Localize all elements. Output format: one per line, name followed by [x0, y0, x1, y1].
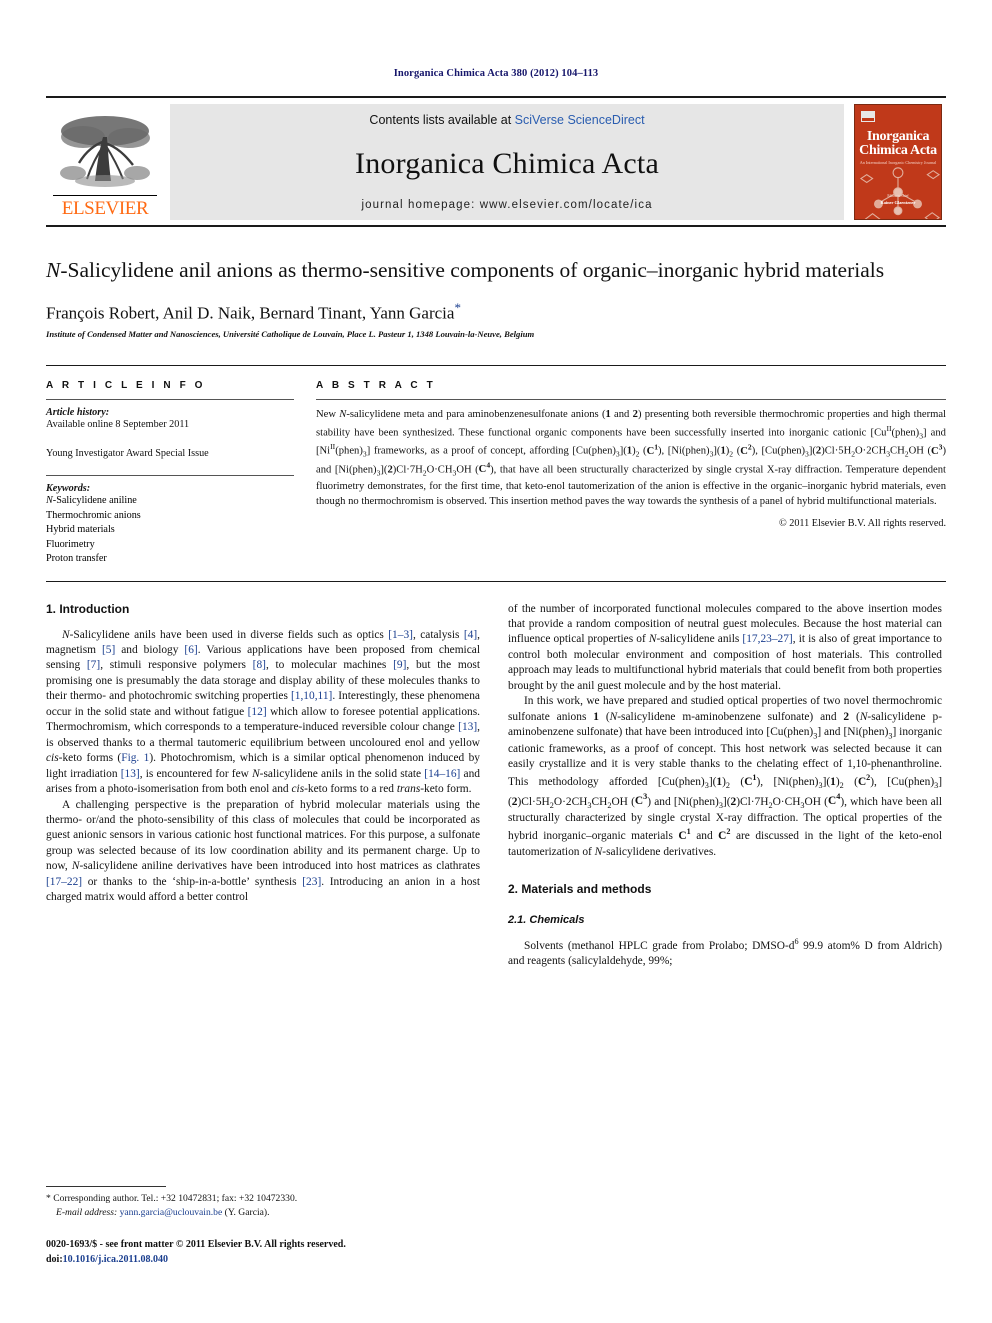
email-label: E-mail address: [56, 1206, 118, 1218]
footnote-rule [46, 1186, 166, 1187]
keyword-0-text: -Salicylidene aniline [52, 495, 137, 507]
elsevier-wordmark: ELSEVIER [61, 198, 149, 219]
footnote-star: * [46, 1193, 51, 1204]
issn-copyright-line: 0020-1693/$ - see front matter © 2011 El… [46, 1239, 346, 1250]
email-owner: (Y. Garcia). [224, 1206, 270, 1218]
article-history-value: Available online 8 September 2011 [46, 419, 190, 431]
journal-cover-thumbnail: Inorganica Chimica Acta An International… [850, 104, 946, 220]
article-info-heading: A R T I C L E I N F O [46, 380, 206, 392]
journal-masthead: ELSEVIER Contents lists available at Sci… [46, 96, 946, 220]
title-rest: -Salicylidene anil anions as thermo-sens… [60, 258, 885, 282]
paragraph-intro-2: A challenging perspective is the prepara… [46, 798, 481, 904]
journal-title: Inorganica Chimica Acta [355, 147, 659, 180]
footnote-block: * Corresponding author. Tel.: +32 104728… [46, 1186, 480, 1220]
page-title: N-Salicylidene anil anions as thermo-sen… [46, 257, 946, 285]
corresponding-author-text: Corresponding author. Tel.: +32 10472831… [53, 1193, 298, 1204]
body-columns: 1. Introduction N-Salicylidene anils hav… [46, 602, 946, 970]
article-info-column: A R T I C L E I N F O Article history: A… [46, 380, 316, 566]
keyword-item: N-Salicylidene aniline [46, 495, 137, 507]
email-link[interactable]: yann.garcia@uclouvain.be [120, 1207, 223, 1218]
info-abstract-band: A R T I C L E I N F O Article history: A… [46, 365, 946, 582]
masthead-bottom-rule [46, 225, 946, 227]
body-right-column: of the number of incorporated functional… [508, 602, 942, 970]
corresponding-author-marker: * [454, 299, 461, 315]
abstract-column: A B S T R A C T New N-salicylidene meta … [316, 380, 946, 566]
elsevier-logo-rule [53, 195, 157, 196]
author-list: François Robert, Anil D. Naik, Bernard T… [46, 300, 946, 324]
cover-title: Inorganica Chimica Acta [859, 130, 937, 158]
journal-article-page: Inorganica Chimica Acta 380 (2012) 104–1… [0, 0, 992, 1323]
article-history-label: Article history: [46, 407, 110, 419]
paragraph-intro-1: N-Salicylidene anils have been used in d… [46, 628, 481, 796]
elsevier-logo: ELSEVIER [46, 104, 164, 220]
article-info-divider [46, 399, 294, 401]
title-italic-prefix: N [46, 258, 61, 282]
cover-molecule-artwork [859, 167, 940, 219]
contents-available-line: Contents lists available at SciVerse Sci… [369, 113, 644, 127]
abstract-divider [316, 399, 946, 401]
keyword-item: Fluorimetry [46, 538, 95, 550]
email-note: E-mail address: yann.garcia@uclouvain.be… [46, 1206, 480, 1220]
doi-line: doi:10.1016/j.ica.2011.08.040 [46, 1252, 546, 1267]
abstract-text: New N-salicylidene meta and para aminobe… [316, 409, 947, 507]
running-head: Inorganica Chimica Acta 380 (2012) 104–1… [393, 68, 599, 79]
section-heading-introduction: 1. Introduction [46, 601, 130, 616]
author-names: François Robert, Anil D. Naik, Bernard T… [46, 303, 455, 323]
cover-elsevier-mark-icon [861, 111, 875, 122]
cover-title-line1: Inorganica [866, 129, 930, 144]
contents-prefix: Contents lists available at [369, 113, 515, 127]
corresponding-author-note: * Corresponding author. Tel.: +32 104728… [46, 1192, 480, 1206]
doi-value[interactable]: 10.1016/j.ica.2011.08.040 [63, 1254, 168, 1265]
keyword-item: Proton transfer [46, 553, 107, 565]
affiliation: Institute of Condensed Matter and Nanosc… [46, 329, 535, 340]
keywords-list: N-Salicylidene aniline Thermochromic ani… [46, 494, 294, 566]
cover-title-line2: Chimica Acta [859, 143, 937, 158]
title-block: N-Salicylidene anil anions as thermo-sen… [46, 257, 946, 339]
paragraph-right-1: of the number of incorporated functional… [508, 602, 943, 692]
sciencedirect-link[interactable]: SciVerse ScienceDirect [515, 113, 645, 127]
abstract-copyright: © 2011 Elsevier B.V. All rights reserved… [778, 518, 946, 530]
bottom-meta-block: 0020-1693/$ - see front matter © 2011 El… [46, 1237, 546, 1267]
keywords-divider [46, 475, 294, 477]
doi-label: doi: [46, 1254, 63, 1265]
paragraph-right-2: In this work, we have prepared and studi… [508, 695, 943, 858]
elsevier-tree-icon [60, 116, 150, 187]
keywords-label: Keywords: [46, 483, 91, 495]
subsection-heading-chemicals: 2.1. Chemicals [508, 914, 585, 927]
cover-editor-name: Rainer Glaentzner [880, 200, 916, 206]
cover-editor-label: Editor-in-chief [887, 193, 909, 198]
abstract-heading: A B S T R A C T [316, 380, 436, 392]
journal-homepage-line[interactable]: journal homepage: www.elsevier.com/locat… [361, 199, 652, 211]
masthead-center-panel: Contents lists available at SciVerse Sci… [170, 104, 844, 220]
keyword-item: Hybrid materials [46, 524, 115, 536]
body-left-column: 1. Introduction N-Salicylidene anils hav… [46, 602, 480, 970]
article-info-gap [46, 433, 294, 447]
paragraph-right-3: Solvents (methanol HPLC grade from Prola… [508, 937, 942, 968]
keyword-item: Thermochromic anions [46, 509, 141, 521]
special-issue-note: Young Investigator Award Special Issue [46, 447, 209, 459]
section-heading-materials: 2. Materials and methods [508, 882, 652, 897]
cover-footer: Editor-in-chief Rainer Glaentzner [855, 194, 941, 208]
article-info-gap-2 [46, 461, 294, 475]
